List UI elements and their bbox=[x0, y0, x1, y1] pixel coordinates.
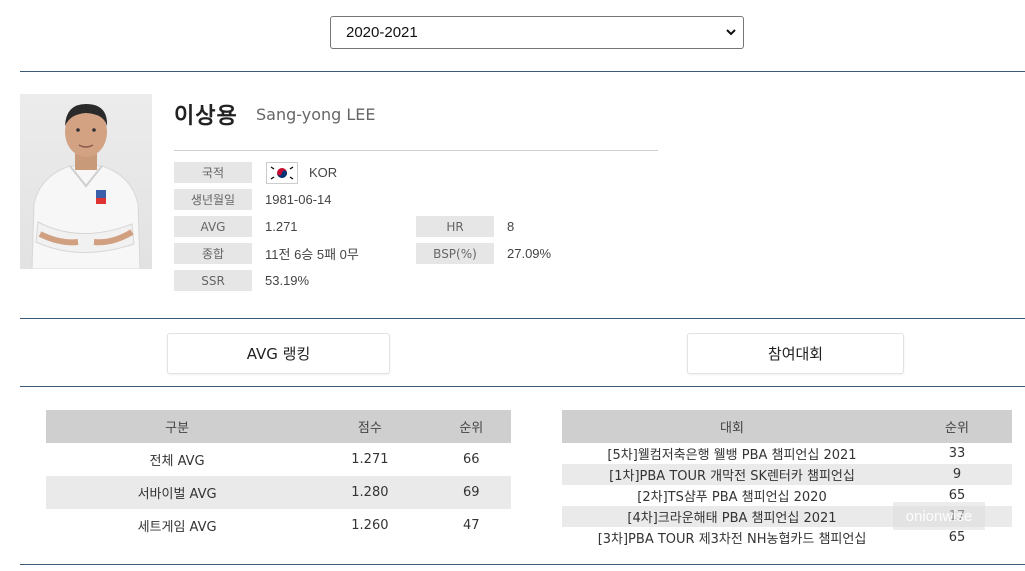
tab-avg-ranking[interactable]: AVG 랭킹 bbox=[167, 333, 390, 374]
table-cell: 66 bbox=[463, 452, 480, 467]
tournament-name: [2차]TS샴푸 PBA 챔피언십 2020 bbox=[637, 490, 827, 505]
tournament-rank: 65 bbox=[948, 530, 966, 545]
avg-label: AVG bbox=[174, 216, 252, 237]
chevron-down-icon bbox=[726, 29, 736, 36]
hr-value: 8 bbox=[507, 219, 515, 234]
divider bbox=[20, 564, 1025, 565]
tournament-name: [1차]PBA TOUR 개막전 SK렌터카 챔피언십 bbox=[562, 464, 902, 485]
tab-tournaments[interactable]: 참여대회 bbox=[687, 333, 904, 374]
divider bbox=[20, 386, 1025, 387]
table-row: 서바이벌 AVG 1.280 69 bbox=[46, 476, 511, 509]
player-photo bbox=[20, 94, 152, 269]
avg-value: 1.271 bbox=[265, 219, 298, 234]
table-header: 구분 bbox=[46, 410, 309, 443]
divider bbox=[20, 71, 1025, 72]
birthdate-label: 생년월일 bbox=[174, 189, 252, 210]
nationality-label: 국적 bbox=[174, 162, 252, 183]
table-header: 순위 bbox=[902, 410, 1012, 443]
season-select[interactable]: 2020-2021 bbox=[330, 16, 744, 49]
tournament-name: [4차]크라운해태 PBA 챔피언십 2021 bbox=[562, 506, 902, 527]
tournament-name: [5차]웰컴저축은행 웰뱅 PBA 챔피언십 2021 bbox=[607, 448, 857, 463]
bsp-value: 27.09% bbox=[507, 246, 552, 261]
table-cell: 69 bbox=[431, 476, 511, 509]
table-cell: 세트게임 AVG bbox=[137, 520, 217, 535]
table-row: 세트게임 AVG 1.260 47 bbox=[46, 509, 511, 542]
table-cell: 1.260 bbox=[351, 518, 389, 533]
name-divider bbox=[174, 150, 658, 151]
table-row: 전체 AVG 1.271 66 bbox=[46, 443, 511, 476]
ssr-value: 53.19% bbox=[265, 273, 310, 288]
table-cell: 전체 AVG bbox=[149, 454, 205, 469]
table-row: [1차]PBA TOUR 개막전 SK렌터카 챔피언십 9 bbox=[562, 464, 1012, 485]
avg-ranking-table: 구분 점수 순위 전체 AVG 1.271 66 서바이벌 AVG 1.280 … bbox=[46, 410, 511, 542]
table-header: 대회 bbox=[562, 410, 902, 443]
table-cell: 1.280 bbox=[308, 476, 432, 509]
ssr-label: SSR bbox=[174, 270, 252, 291]
table-cell: 47 bbox=[463, 518, 480, 533]
table-cell: 서바이벌 AVG bbox=[46, 476, 309, 509]
tournament-rank: 9 bbox=[902, 464, 1012, 485]
tournament-rank: 33 bbox=[948, 446, 966, 461]
divider bbox=[20, 318, 1025, 319]
table-header: 점수 bbox=[308, 410, 432, 443]
table-cell: 1.271 bbox=[351, 452, 389, 467]
nationality-value: KOR bbox=[309, 165, 338, 180]
record-value: 11전 6승 5패 0무 bbox=[265, 247, 359, 262]
korea-flag-icon bbox=[266, 162, 298, 184]
player-name-korean: 이상용 bbox=[174, 104, 238, 129]
tournament-name: [3차]PBA TOUR 제3차전 NH농협카드 챔피언십 bbox=[597, 532, 867, 547]
player-name-english: Sang-yong LEE bbox=[256, 105, 376, 124]
watermark: onionwise bbox=[893, 502, 985, 530]
record-label: 종합 bbox=[174, 243, 252, 264]
season-select-value: 2020-2021 bbox=[346, 24, 418, 41]
bsp-label: BSP(%) bbox=[416, 243, 494, 264]
birthdate-value: 1981-06-14 bbox=[265, 192, 332, 207]
table-row: [3차]PBA TOUR 제3차전 NH농협카드 챔피언십 65 bbox=[562, 527, 1012, 548]
table-row: [5차]웰컴저축은행 웰뱅 PBA 챔피언십 2021 33 bbox=[562, 443, 1012, 464]
hr-label: HR bbox=[416, 216, 494, 237]
table-header: 순위 bbox=[431, 410, 511, 443]
